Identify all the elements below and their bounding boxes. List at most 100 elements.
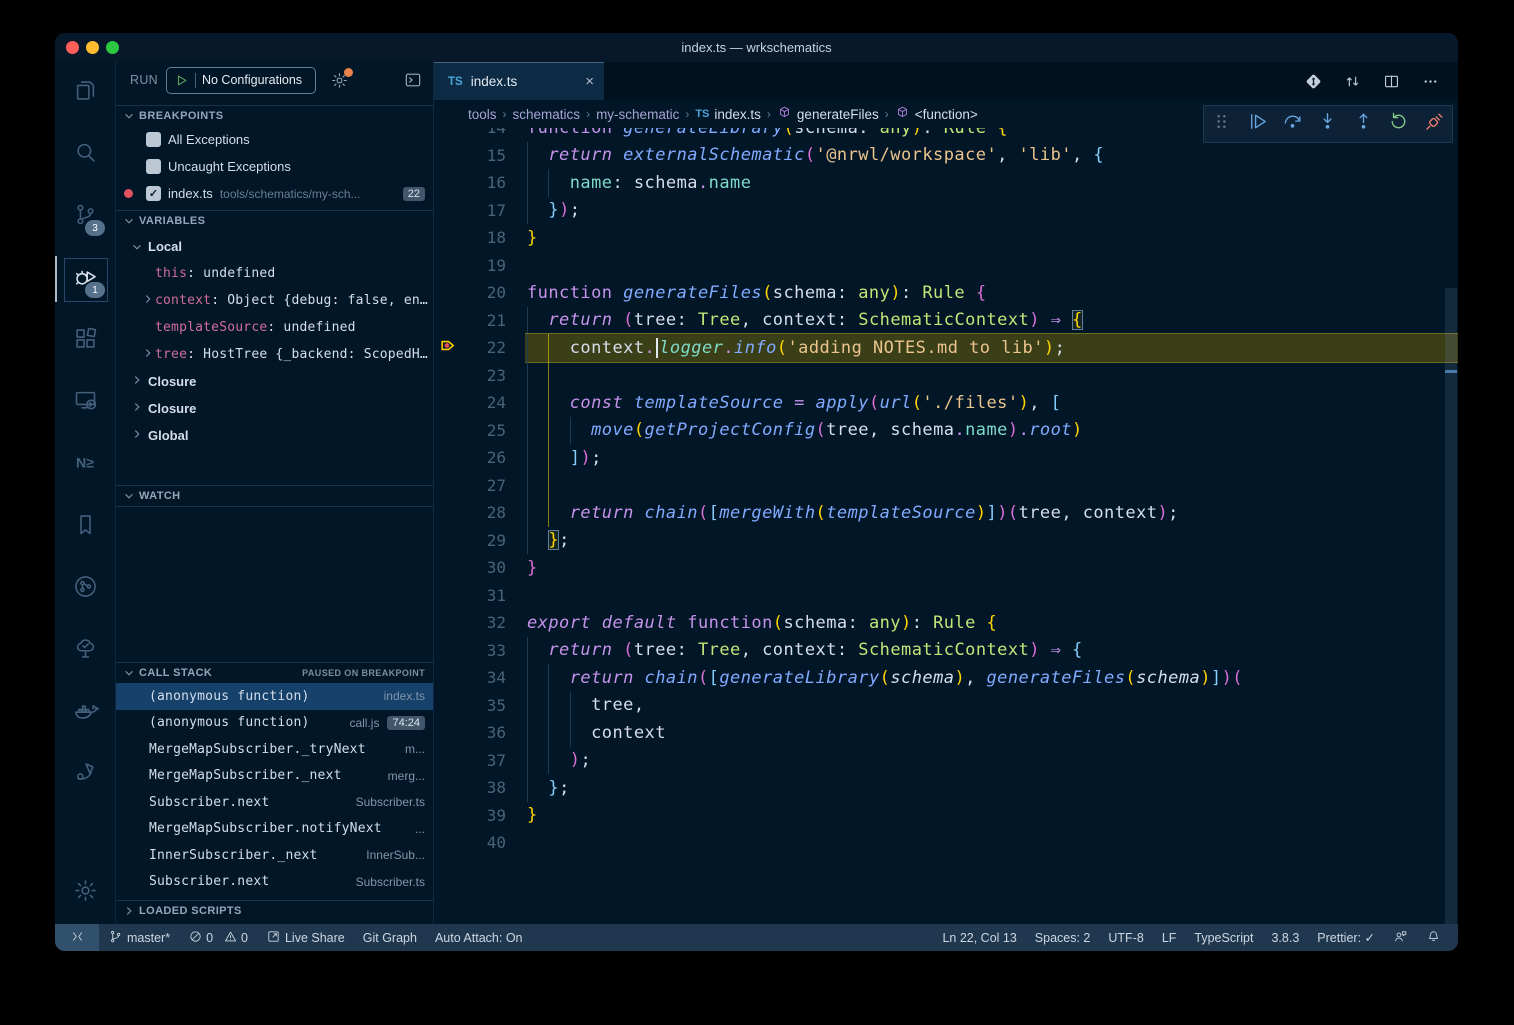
breakpoint-row[interactable]: ✓index.tstools/schematics/my-sch...22 (116, 180, 433, 207)
variable-row[interactable]: this: undefined (116, 260, 433, 287)
code-line-text[interactable] (525, 829, 1458, 857)
code-line[interactable]: 27 (434, 472, 1458, 500)
breadcrumb-item[interactable]: TSindex.ts (695, 107, 761, 122)
step-into-button[interactable] (1314, 110, 1342, 138)
code-line-text[interactable]: return externalSchematic('@nrwl/workspac… (525, 142, 1458, 170)
code-line[interactable]: 35 tree, (434, 692, 1458, 720)
breadcrumb-item[interactable]: generateFiles (777, 105, 879, 123)
notifications-bell[interactable] (1417, 929, 1450, 947)
activity-extensions-icon[interactable] (55, 310, 115, 372)
close-window-button[interactable] (66, 41, 79, 54)
activity-run-debug-icon[interactable]: 1 (55, 248, 115, 310)
git-branch-status[interactable]: master* (99, 924, 179, 951)
call-stack-frame[interactable]: (anonymous function)call.js74:24 (116, 710, 433, 737)
code-line-text[interactable]: return chain([mergeWith(templateSource)]… (525, 499, 1458, 527)
code-line-text[interactable]: context (525, 719, 1458, 747)
code-line[interactable]: 30} (434, 554, 1458, 582)
code-line[interactable]: 25 move(getProjectConfig(tree, schema.na… (434, 417, 1458, 445)
call-stack-frame[interactable]: MergeMapSubscriber.notifyNext... (116, 816, 433, 843)
code-line-text[interactable]: export default function(schema: any): Ru… (525, 609, 1458, 637)
checkbox[interactable]: ✓ (146, 186, 161, 201)
code-line-text[interactable]: ]); (525, 444, 1458, 472)
code-line[interactable]: 17 }); (434, 197, 1458, 225)
tab-index-ts[interactable]: TS index.ts × (434, 62, 604, 100)
minimize-window-button[interactable] (86, 41, 99, 54)
code-line[interactable]: 16 name: schema.name (434, 169, 1458, 197)
activity-live-share-activity-icon[interactable] (55, 744, 115, 806)
breakpoints-section-header[interactable]: BREAKPOINTS (116, 105, 433, 126)
scope-closure[interactable]: Closure (116, 368, 433, 395)
step-over-button[interactable] (1279, 110, 1307, 138)
code-line-text[interactable] (525, 582, 1458, 610)
code-line-text[interactable]: const templateSource = apply(url('./file… (525, 389, 1458, 417)
code-line[interactable]: 20function generateFiles(schema: any): R… (434, 279, 1458, 307)
indentation[interactable]: Spaces: 2 (1026, 931, 1100, 945)
split-editor-icon[interactable] (1382, 72, 1401, 91)
code-line-text[interactable] (525, 362, 1458, 390)
call-stack-frame[interactable]: Subscriber.nextSubscriber.ts (116, 869, 433, 896)
code-line[interactable]: 29 }; (434, 527, 1458, 555)
call-stack-section-header[interactable]: CALL STACK PAUSED ON BREAKPOINT (116, 662, 433, 683)
cursor-position[interactable]: Ln 22, Col 13 (933, 931, 1025, 945)
code-line[interactable]: 21 return (tree: Tree, context: Schemati… (434, 307, 1458, 335)
activity-remote-explorer-icon[interactable] (55, 372, 115, 434)
auto-attach-status[interactable]: Auto Attach: On (426, 924, 532, 951)
code-line-text[interactable]: function generateFiles(schema: any): Rul… (525, 279, 1458, 307)
remote-indicator[interactable] (55, 924, 99, 951)
code-line-text[interactable]: context.logger.info('adding NOTES.md to … (525, 333, 1458, 363)
gitlens-icon[interactable] (1304, 72, 1323, 91)
code-line-text[interactable] (525, 472, 1458, 500)
gripper-button[interactable] (1208, 110, 1236, 138)
activity-bookmarks-icon[interactable] (55, 496, 115, 558)
code-line[interactable]: 19 (434, 252, 1458, 280)
step-out-button[interactable] (1349, 110, 1377, 138)
prettier-status[interactable]: Prettier: ✓ (1308, 930, 1384, 945)
code-line[interactable]: 38 }; (434, 774, 1458, 802)
call-stack-frame[interactable]: MergeMapSubscriber._tryNextm... (116, 736, 433, 763)
breadcrumb-item[interactable]: my-schematic (596, 107, 679, 122)
code-line-text[interactable]: } (525, 802, 1458, 830)
loaded-scripts-section-header[interactable]: LOADED SCRIPTS (116, 900, 433, 921)
code-line-text[interactable] (525, 252, 1458, 280)
breadcrumb-item[interactable]: schematics (513, 107, 581, 122)
activity-explorer-icon[interactable] (55, 62, 115, 124)
code-line-text[interactable]: }; (525, 774, 1458, 802)
continue-button[interactable] (1243, 110, 1271, 138)
encoding[interactable]: UTF-8 (1099, 931, 1152, 945)
code-line-text[interactable]: } (525, 554, 1458, 582)
compare-changes-icon[interactable] (1343, 72, 1362, 91)
activity-source-control-icon[interactable]: 3 (55, 186, 115, 248)
activity-git-graph-icon[interactable] (55, 558, 115, 620)
code-line[interactable]: 33 return (tree: Tree, context: Schemati… (434, 637, 1458, 665)
variables-section-header[interactable]: VARIABLES (116, 210, 433, 231)
code-line-text[interactable]: } (525, 224, 1458, 252)
language-mode[interactable]: TypeScript (1185, 931, 1262, 945)
code-line[interactable]: 37 ); (434, 747, 1458, 775)
variable-row[interactable]: templateSource: undefined (116, 314, 433, 341)
code-line[interactable]: 36 context (434, 719, 1458, 747)
call-stack-frame[interactable]: InnerSubscriber._nextInnerSub... (116, 842, 433, 869)
ts-version[interactable]: 3.8.3 (1262, 931, 1308, 945)
problems-status[interactable]: 00 (179, 924, 257, 951)
breadcrumb-item[interactable]: tools (468, 107, 497, 122)
code-line-text[interactable]: ); (525, 747, 1458, 775)
code-line[interactable]: 22 context.logger.info('adding NOTES.md … (434, 334, 1458, 362)
call-stack-frame[interactable]: (anonymous function)index.ts (116, 683, 433, 710)
feedback[interactable] (1384, 929, 1417, 947)
close-tab-icon[interactable]: × (585, 73, 594, 90)
code-line[interactable]: 28 return chain([mergeWith(templateSourc… (434, 499, 1458, 527)
code-line[interactable]: 23 (434, 362, 1458, 390)
code-line[interactable]: 15 return externalSchematic('@nrwl/works… (434, 142, 1458, 170)
activity-nx-console-icon[interactable]: N≥ (55, 434, 115, 496)
code-line[interactable]: 32export default function(schema: any): … (434, 609, 1458, 637)
scrollbar-slider[interactable] (1445, 288, 1457, 924)
code-line-text[interactable]: tree, (525, 692, 1458, 720)
git-graph-status[interactable]: Git Graph (354, 924, 426, 951)
variable-row[interactable]: tree: HostTree {_backend: ScopedH… (116, 341, 433, 368)
code-line[interactable]: 18} (434, 224, 1458, 252)
code-line-text[interactable]: return chain([generateLibrary(schema), g… (525, 664, 1458, 692)
eol[interactable]: LF (1153, 931, 1186, 945)
checkbox[interactable] (146, 132, 161, 147)
code-line[interactable]: 39} (434, 802, 1458, 830)
scope-local[interactable]: Local (116, 233, 433, 260)
